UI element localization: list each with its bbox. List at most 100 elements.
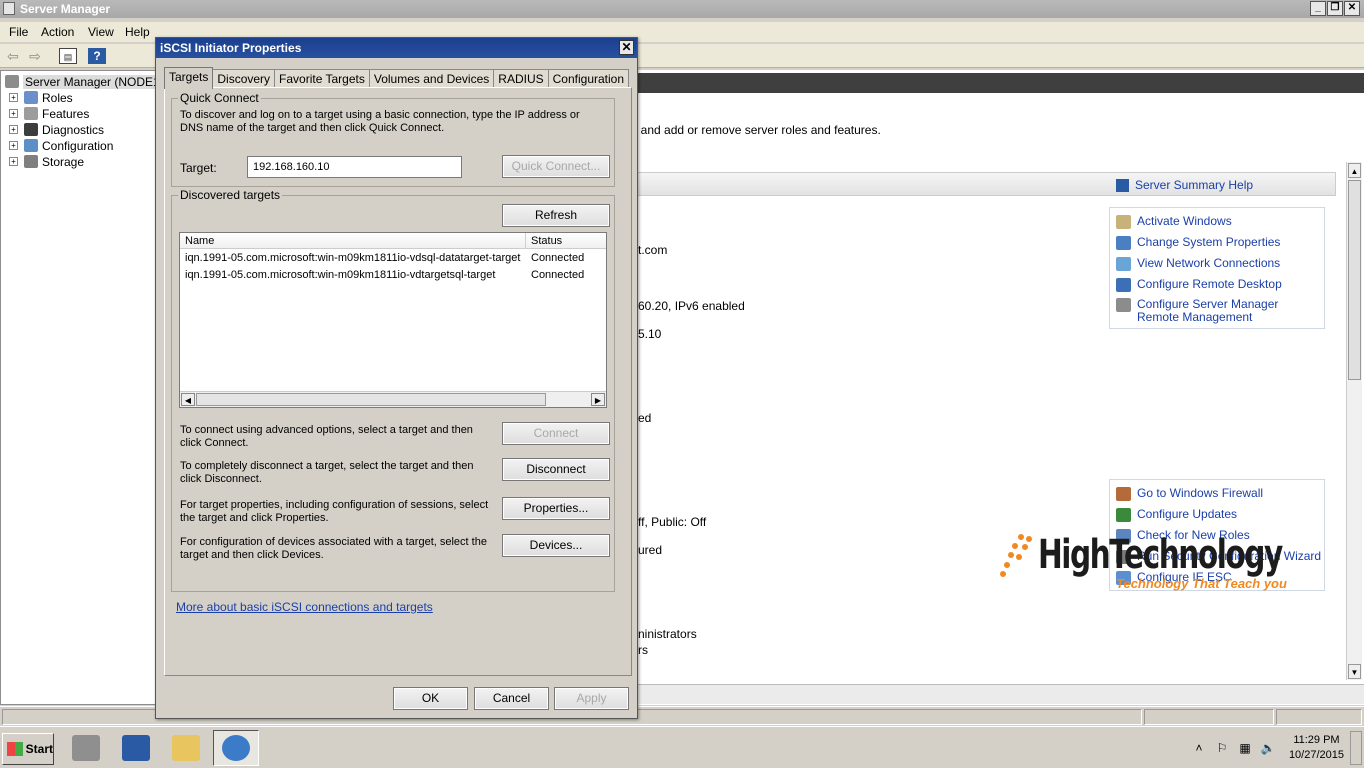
apply-button[interactable]: Apply: [554, 687, 629, 710]
diagnostics-icon: [24, 123, 38, 136]
more-about-iscsi-link[interactable]: More about basic iSCSI connections and t…: [176, 600, 433, 614]
tree-item-diagnostics[interactable]: + Diagnostics: [9, 122, 104, 137]
scroll-down-icon[interactable]: ▼: [1348, 664, 1361, 679]
view-network-connections-link[interactable]: View Network Connections: [1116, 257, 1280, 271]
start-label: Start: [25, 742, 53, 756]
content-fragment: rs: [638, 643, 648, 657]
devices-button[interactable]: Devices...: [502, 534, 610, 557]
minimize-button[interactable]: _: [1310, 1, 1326, 16]
content-vertical-scrollbar[interactable]: ▲ ▼: [1346, 162, 1362, 680]
tree-item-storage[interactable]: + Storage: [9, 154, 84, 169]
back-arrow-icon[interactable]: ⇦: [4, 48, 22, 64]
dialog-title: iSCSI Initiator Properties: [160, 41, 302, 55]
tab-radius[interactable]: RADIUS: [493, 69, 549, 89]
taskbar-explorer[interactable]: [163, 730, 209, 766]
window-titlebar: Server Manager _ ❐ ✕: [0, 0, 1364, 18]
tree-item-label: Diagnostics: [42, 122, 105, 137]
ok-button[interactable]: OK: [393, 687, 468, 710]
folder-icon: [172, 735, 200, 761]
network-icon[interactable]: ▦: [1237, 740, 1253, 756]
tree-root-server-manager[interactable]: Server Manager (NODE1): [5, 74, 166, 89]
column-header-status[interactable]: Status: [526, 233, 606, 249]
expand-icon[interactable]: +: [9, 109, 18, 118]
scroll-thumb[interactable]: [196, 393, 546, 406]
menu-help[interactable]: Help: [125, 25, 150, 39]
change-system-properties-link[interactable]: Change System Properties: [1116, 236, 1280, 250]
close-button[interactable]: ✕: [1344, 1, 1360, 16]
scroll-right-icon[interactable]: ▶: [591, 393, 605, 406]
menu-view[interactable]: View: [88, 25, 114, 39]
expand-icon[interactable]: +: [9, 157, 18, 166]
watermark-brand: HighTechnology: [1038, 532, 1283, 578]
clock[interactable]: 11:29 PM 10/27/2015: [1289, 733, 1344, 763]
target-status: Connected: [531, 269, 585, 281]
server-summary-help-link[interactable]: Server Summary Help: [1116, 178, 1254, 193]
tab-targets[interactable]: Targets: [164, 67, 214, 89]
start-button[interactable]: Start: [2, 733, 54, 765]
tab-discovery[interactable]: Discovery: [212, 69, 276, 89]
activate-windows-link[interactable]: Activate Windows: [1116, 215, 1232, 229]
column-header-name[interactable]: Name: [180, 233, 526, 249]
taskbar-iscsi-initiator[interactable]: [213, 730, 259, 766]
properties-instructions: For target properties, including configu…: [180, 499, 489, 524]
connect-button[interactable]: Connect: [502, 422, 610, 445]
expand-icon[interactable]: +: [9, 141, 18, 150]
go-to-windows-firewall-link[interactable]: Go to Windows Firewall: [1116, 487, 1263, 501]
target-input[interactable]: 192.168.160.10: [247, 156, 462, 178]
server-summary-help-label: Server Summary Help: [1135, 178, 1254, 192]
disconnect-button[interactable]: Disconnect: [502, 458, 610, 481]
properties-button[interactable]: Properties...: [502, 497, 610, 520]
content-fragment: ured: [638, 543, 663, 557]
status-segment: [1276, 709, 1362, 725]
tree-item-configuration[interactable]: + Configuration: [9, 138, 113, 153]
target-label: Target:: [180, 161, 217, 175]
firewall-icon: [1116, 487, 1131, 501]
cancel-button[interactable]: Cancel: [474, 687, 549, 710]
console-tree: Server Manager (NODE1) + Roles + Feature…: [0, 70, 166, 705]
menu-file[interactable]: File: [9, 25, 28, 39]
key-icon: [1116, 215, 1131, 229]
tab-configuration[interactable]: Configuration: [547, 69, 630, 89]
scroll-left-icon[interactable]: ◀: [181, 393, 195, 406]
list-item[interactable]: iqn.1991-05.com.microsoft:win-m09km1811i…: [180, 267, 606, 284]
connect-instructions: To connect using advanced options, selec…: [180, 424, 473, 449]
configure-updates-link[interactable]: Configure Updates: [1116, 508, 1237, 522]
action-center-flag-icon[interactable]: ⚐: [1214, 740, 1230, 756]
tree-item-features[interactable]: + Features: [9, 106, 89, 121]
content-fragment: ff, Public: Off: [638, 515, 707, 529]
network-icon: [1116, 257, 1131, 271]
status-segment: [1144, 709, 1274, 725]
target-name: iqn.1991-05.com.microsoft:win-m09km1811i…: [185, 269, 496, 281]
tree-item-roles[interactable]: + Roles: [9, 90, 73, 105]
discovered-targets-list[interactable]: Name Status iqn.1991-05.com.microsoft:wi…: [179, 232, 607, 408]
list-item[interactable]: iqn.1991-05.com.microsoft:win-m09km1811i…: [180, 250, 606, 267]
help-icon[interactable]: ?: [88, 48, 106, 64]
windows-update-icon: [1116, 508, 1131, 522]
taskbar-server-manager[interactable]: [63, 730, 109, 766]
refresh-button[interactable]: Refresh: [502, 204, 610, 227]
iscsi-initiator-properties-dialog: iSCSI Initiator Properties ✕ Targets Dis…: [155, 37, 638, 719]
menu-action[interactable]: Action: [41, 25, 74, 39]
expand-icon[interactable]: +: [9, 125, 18, 134]
forward-arrow-icon[interactable]: ⇨: [26, 48, 44, 64]
show-desktop-button[interactable]: [1350, 731, 1362, 765]
taskbar-powershell[interactable]: [113, 730, 159, 766]
show-hidden-icons-icon[interactable]: ˄: [1191, 740, 1207, 756]
content-intro-text: s, and add or remove server roles and fe…: [628, 123, 881, 137]
computer-information-tasks: Activate Windows Change System Propertie…: [1109, 207, 1325, 329]
show-hide-console-tree-icon[interactable]: ▤: [59, 48, 77, 64]
quick-connect-button[interactable]: Quick Connect...: [502, 155, 610, 178]
tab-volumes-and-devices[interactable]: Volumes and Devices: [368, 69, 495, 89]
server-manager-icon: [1116, 298, 1131, 312]
dialog-close-button[interactable]: ✕: [619, 40, 634, 55]
volume-icon[interactable]: 🔈: [1260, 740, 1276, 756]
list-horizontal-scrollbar[interactable]: ◀ ▶: [180, 391, 606, 407]
configure-remote-desktop-link[interactable]: Configure Remote Desktop: [1116, 278, 1282, 292]
expand-icon[interactable]: +: [9, 93, 18, 102]
scroll-up-icon[interactable]: ▲: [1348, 163, 1361, 178]
scroll-thumb[interactable]: [1348, 180, 1361, 380]
restore-button[interactable]: ❐: [1327, 1, 1343, 16]
tab-favorite-targets[interactable]: Favorite Targets: [274, 69, 370, 89]
configure-remote-management-link[interactable]: Configure Server Manager Remote Manageme…: [1116, 298, 1316, 324]
dialog-titlebar: iSCSI Initiator Properties ✕: [156, 38, 637, 58]
